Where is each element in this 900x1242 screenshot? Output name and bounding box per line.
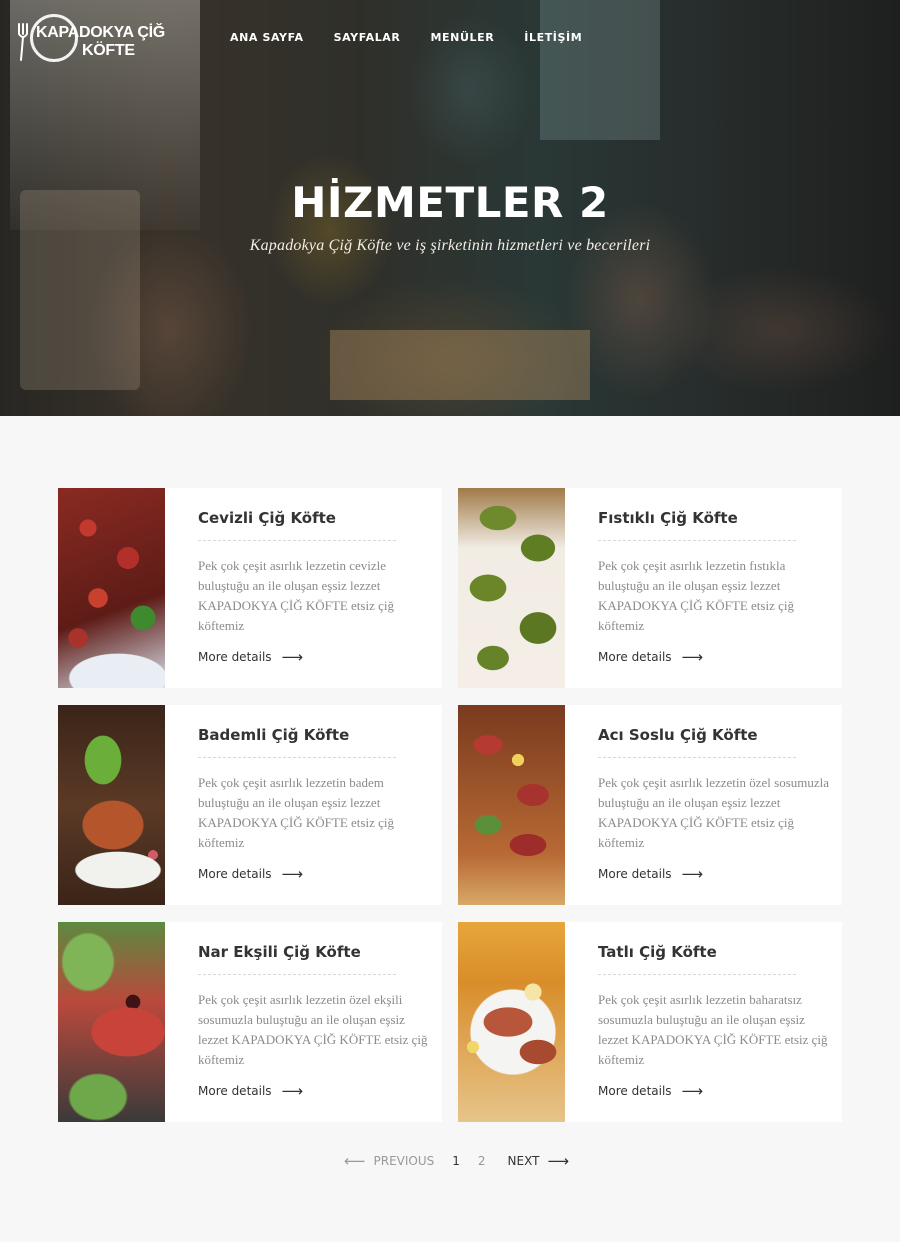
hero-window-decoration xyxy=(540,0,660,140)
page-title: HİZMETLER 2 xyxy=(291,178,609,227)
arrow-right-icon: ⟶ xyxy=(681,865,704,883)
service-card: Bademli Çiğ Köfte Pek çok çeşit asırlık … xyxy=(58,705,442,905)
service-description: Pek çok çeşit asırlık lezzetin özel sosu… xyxy=(598,775,830,850)
pagination: ⟵ PREVIOUS 1 2 NEXT ⟶ xyxy=(344,1152,569,1170)
next-label: NEXT xyxy=(507,1154,540,1168)
service-image[interactable] xyxy=(458,705,565,905)
divider xyxy=(198,974,396,975)
service-title[interactable]: Acı Soslu Çiğ Köfte xyxy=(598,726,758,744)
divider xyxy=(198,540,396,541)
more-details-label: More details xyxy=(198,867,272,881)
service-title[interactable]: Bademli Çiğ Köfte xyxy=(198,726,349,744)
service-image[interactable] xyxy=(58,488,165,688)
hero-banner: KAPADOKYA ÇİĞ KÖFTE ANA SAYFA SAYFALAR M… xyxy=(0,0,900,416)
arrow-left-icon: ⟵ xyxy=(344,1152,366,1170)
service-description: Pek çok çeşit asırlık lezzetin cevizle b… xyxy=(198,558,394,633)
service-image[interactable] xyxy=(458,488,565,688)
service-description: Pek çok çeşit asırlık lezzetin fıstıkla … xyxy=(598,558,794,633)
page-subtitle: Kapadokya Çiğ Köfte ve iş şirketinin hiz… xyxy=(249,237,651,254)
brand-name-line1: KAPADOKYA ÇİĞ xyxy=(36,24,165,41)
page-number-1[interactable]: 1 xyxy=(452,1154,460,1168)
divider xyxy=(598,974,796,975)
previous-page-button[interactable]: ⟵ PREVIOUS xyxy=(344,1152,435,1170)
service-title[interactable]: Cevizli Çiğ Köfte xyxy=(198,509,336,527)
nav-item-contact[interactable]: İLETİŞİM xyxy=(524,31,582,44)
more-details-link[interactable]: More details ⟶ xyxy=(598,1082,704,1100)
service-card: Fıstıklı Çiğ Köfte Pek çok çeşit asırlık… xyxy=(458,488,842,688)
service-card: Tatlı Çiğ Köfte Pek çok çeşit asırlık le… xyxy=(458,922,842,1122)
service-title[interactable]: Tatlı Çiğ Köfte xyxy=(598,943,717,961)
nav-item-home[interactable]: ANA SAYFA xyxy=(230,31,304,44)
next-page-button[interactable]: NEXT ⟶ xyxy=(507,1152,569,1170)
previous-label: PREVIOUS xyxy=(373,1154,435,1168)
service-description: Pek çok çeşit asırlık lezzetin özel ekşi… xyxy=(198,992,428,1067)
main-nav: ANA SAYFA SAYFALAR MENÜLER İLETİŞİM xyxy=(230,31,612,44)
nav-item-pages[interactable]: SAYFALAR xyxy=(334,31,401,44)
more-details-link[interactable]: More details ⟶ xyxy=(598,865,704,883)
arrow-right-icon: ⟶ xyxy=(281,1082,304,1100)
arrow-right-icon: ⟶ xyxy=(547,1152,569,1170)
service-card: Acı Soslu Çiğ Köfte Pek çok çeşit asırlı… xyxy=(458,705,842,905)
more-details-label: More details xyxy=(198,1084,272,1098)
service-card: Cevizli Çiğ Köfte Pek çok çeşit asırlık … xyxy=(58,488,442,688)
service-title[interactable]: Nar Ekşili Çiğ Köfte xyxy=(198,943,361,961)
divider xyxy=(198,757,396,758)
arrow-right-icon: ⟶ xyxy=(681,1082,704,1100)
service-image[interactable] xyxy=(58,705,165,905)
service-image[interactable] xyxy=(458,922,565,1122)
brand-name-line2: KÖFTE xyxy=(82,42,135,59)
arrow-right-icon: ⟶ xyxy=(281,865,304,883)
divider xyxy=(598,757,796,758)
more-details-link[interactable]: More details ⟶ xyxy=(598,648,704,666)
service-card: Nar Ekşili Çiğ Köfte Pek çok çeşit asırl… xyxy=(58,922,442,1122)
service-description: Pek çok çeşit asırlık lezzetin baharatsı… xyxy=(598,992,828,1067)
more-details-label: More details xyxy=(598,1084,672,1098)
more-details-label: More details xyxy=(598,650,672,664)
more-details-link[interactable]: More details ⟶ xyxy=(198,865,304,883)
nav-item-menus[interactable]: MENÜLER xyxy=(430,31,494,44)
arrow-right-icon: ⟶ xyxy=(681,648,704,666)
more-details-label: More details xyxy=(598,867,672,881)
more-details-link[interactable]: More details ⟶ xyxy=(198,648,304,666)
divider xyxy=(598,540,796,541)
more-details-label: More details xyxy=(198,650,272,664)
service-image[interactable] xyxy=(58,922,165,1122)
hero-table-decoration xyxy=(330,330,590,400)
brand-logo[interactable]: KAPADOKYA ÇİĞ KÖFTE xyxy=(12,12,172,64)
page-number-2[interactable]: 2 xyxy=(478,1154,486,1168)
more-details-link[interactable]: More details ⟶ xyxy=(198,1082,304,1100)
service-title[interactable]: Fıstıklı Çiğ Köfte xyxy=(598,509,738,527)
arrow-right-icon: ⟶ xyxy=(281,648,304,666)
service-description: Pek çok çeşit asırlık lezzetin badem bul… xyxy=(198,775,394,850)
